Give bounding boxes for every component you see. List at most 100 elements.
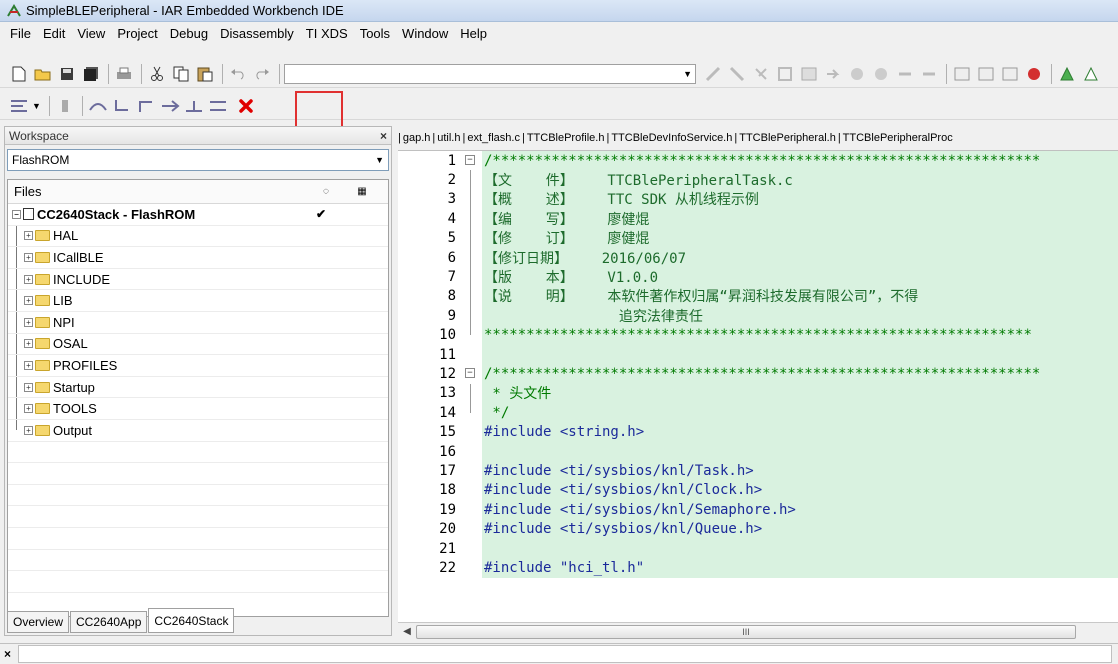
tab-cc2640app[interactable]: CC2640App	[70, 611, 148, 633]
close-icon[interactable]: ×	[380, 129, 387, 143]
folder-item[interactable]: + Startup	[8, 376, 388, 399]
scroll-left-icon[interactable]: ◀	[398, 626, 416, 637]
redo-icon[interactable]	[251, 63, 273, 85]
tab-ttcbleperipheral-h[interactable]: TTCBlePeripheral.h	[737, 132, 838, 144]
collapse-icon[interactable]: −	[12, 209, 21, 219]
tab-util-h[interactable]: util.h	[435, 132, 462, 144]
step-into-icon[interactable]	[111, 95, 133, 117]
folder-item[interactable]: + TOOLS	[8, 398, 388, 420]
next-bookmark-icon[interactable]	[870, 63, 892, 85]
print-icon[interactable]	[113, 63, 135, 85]
expand-icon[interactable]: +	[24, 296, 33, 306]
replace-icon[interactable]	[774, 63, 796, 85]
tab-gap-h[interactable]: gap.h	[401, 132, 433, 144]
step-out-icon[interactable]	[135, 95, 157, 117]
reset-icon[interactable]	[8, 95, 30, 117]
folder-item[interactable]: + Output	[8, 419, 388, 442]
menu-tools[interactable]: Tools	[354, 26, 396, 41]
project-root[interactable]: − CC2640Stack - FlashROM ✔	[8, 204, 388, 226]
chevron-down-icon[interactable]: ▼	[683, 69, 692, 79]
tab-ttcbledevinfoservice-h[interactable]: TTCBleDevInfoService.h	[609, 132, 734, 144]
menu-edit[interactable]: Edit	[37, 26, 71, 41]
stop-build-icon[interactable]	[999, 63, 1021, 85]
stop-debugging-icon[interactable]	[235, 95, 257, 117]
highlight-box	[295, 91, 343, 128]
find-prev-icon[interactable]	[726, 63, 748, 85]
configuration-select[interactable]: FlashROM ▼	[7, 149, 389, 171]
code-line: 22 #include "hci_tl.h"	[398, 558, 1118, 578]
folder-item[interactable]: + INCLUDE	[8, 268, 388, 291]
menu-window[interactable]: Window	[396, 26, 454, 41]
folder-item[interactable]: + OSAL	[8, 333, 388, 356]
menu-disassembly[interactable]: Disassembly	[214, 26, 300, 41]
tab-ext-flash-c[interactable]: ext_flash.c	[465, 132, 522, 144]
code-text: */	[482, 403, 1118, 423]
navigate-back-icon[interactable]	[894, 63, 916, 85]
expand-icon[interactable]: +	[24, 425, 33, 435]
make-icon[interactable]	[975, 63, 997, 85]
cut-icon[interactable]	[146, 63, 168, 85]
menu-project[interactable]: Project	[111, 26, 163, 41]
debug-without-download-icon[interactable]	[1080, 63, 1102, 85]
horizontal-scrollbar[interactable]: ◀ III	[398, 622, 1118, 640]
code-text	[482, 441, 1118, 462]
code-text: /***************************************…	[482, 151, 1118, 171]
menu-debug[interactable]: Debug	[164, 26, 214, 41]
tree-line	[16, 355, 24, 376]
find-next-icon[interactable]	[702, 63, 724, 85]
expand-icon[interactable]: +	[24, 274, 33, 284]
find-combo[interactable]: ▼	[284, 63, 696, 84]
expand-icon[interactable]: +	[24, 231, 33, 241]
menu-view[interactable]: View	[71, 26, 111, 41]
tab-overview[interactable]: Overview	[7, 611, 70, 633]
new-file-icon[interactable]	[8, 63, 30, 85]
code-editor[interactable]: 1−/*************************************…	[398, 150, 1118, 622]
open-folder-icon[interactable]	[32, 63, 54, 85]
folder-item[interactable]: + LIB	[8, 290, 388, 312]
scroll-thumb[interactable]: III	[416, 624, 1076, 639]
bookmark-icon[interactable]	[822, 63, 844, 85]
expand-icon[interactable]: +	[24, 317, 33, 327]
menu-help[interactable]: Help	[454, 26, 493, 41]
expand-icon[interactable]: +	[24, 252, 33, 262]
tab-ttcbleprofile-h[interactable]: TTCBleProfile.h	[525, 132, 607, 144]
expand-icon[interactable]: +	[24, 404, 33, 414]
find-in-files-icon[interactable]	[750, 63, 772, 85]
menu-file[interactable]: File	[4, 26, 37, 41]
collapse-icon[interactable]: −	[465, 155, 475, 165]
fold-gutter	[460, 422, 482, 441]
code-line: 18 #include <ti/sysbios/knl/Clock.h>	[398, 480, 1118, 501]
menu-ti-xds[interactable]: TI XDS	[300, 26, 354, 41]
go-icon[interactable]	[207, 95, 229, 117]
prev-bookmark-icon[interactable]	[846, 63, 868, 85]
collapse-icon[interactable]: −	[465, 368, 475, 379]
tab-cc2640stack[interactable]: CC2640Stack	[148, 608, 235, 633]
folder-item[interactable]: + PROFILES	[8, 355, 388, 377]
goto-icon[interactable]	[798, 63, 820, 85]
paste-icon[interactable]	[194, 63, 216, 85]
chevron-down-icon[interactable]: ▼	[32, 101, 41, 111]
compile-icon[interactable]	[951, 63, 973, 85]
expand-icon[interactable]: +	[24, 382, 33, 392]
folder-label: NPI	[53, 314, 75, 330]
chevron-down-icon[interactable]: ▼	[375, 155, 384, 165]
download-debug-icon[interactable]	[1056, 63, 1078, 85]
folder-item[interactable]: + HAL	[8, 225, 388, 248]
navigate-forward-icon[interactable]	[918, 63, 940, 85]
step-over-icon[interactable]	[87, 95, 109, 117]
breakpoint-icon[interactable]	[1023, 63, 1045, 85]
save-all-icon[interactable]	[80, 63, 102, 85]
close-icon[interactable]: ×	[4, 647, 18, 661]
run-to-cursor-icon[interactable]	[183, 95, 205, 117]
expand-icon[interactable]: +	[24, 360, 33, 370]
folder-item[interactable]: + ICallBLE	[8, 247, 388, 269]
folder-item[interactable]: + NPI	[8, 311, 388, 334]
break-icon[interactable]	[54, 95, 76, 117]
undo-icon[interactable]	[227, 63, 249, 85]
copy-icon[interactable]	[170, 63, 192, 85]
next-statement-icon[interactable]	[159, 95, 181, 117]
line-number: 3	[447, 191, 456, 208]
tab-ttcbleperipheralproc[interactable]: TTCBlePeripheralProc	[841, 132, 955, 144]
expand-icon[interactable]: +	[24, 339, 33, 349]
save-icon[interactable]	[56, 63, 78, 85]
